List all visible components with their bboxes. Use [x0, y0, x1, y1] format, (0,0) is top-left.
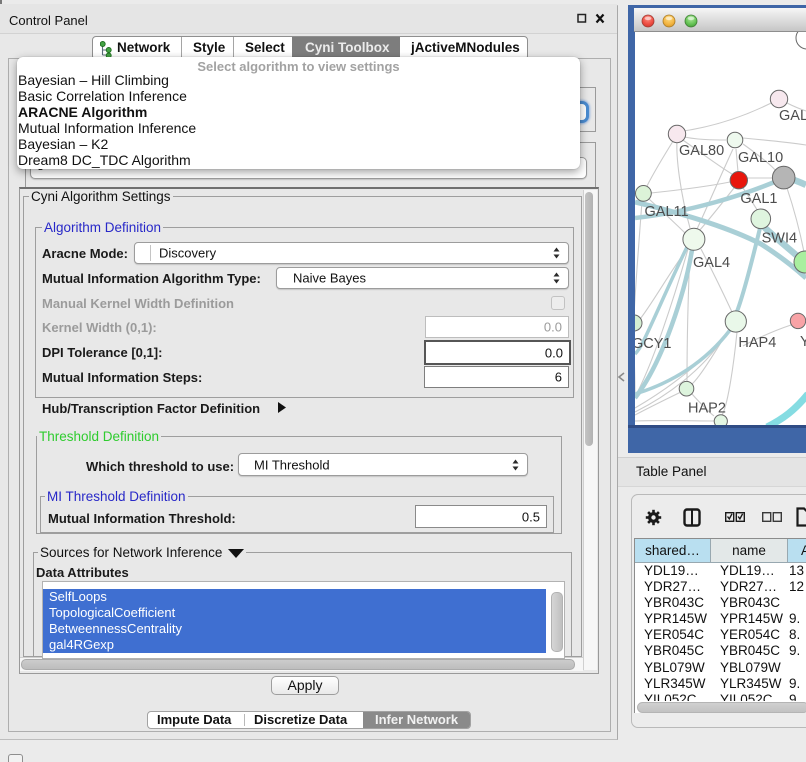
svg-text:GAL80: GAL80 [679, 143, 724, 159]
svg-text:GAL4: GAL4 [693, 255, 730, 271]
svg-text:Y: Y [800, 334, 806, 350]
svg-text:GCY1: GCY1 [635, 336, 672, 352]
svg-text:GAL: GAL [779, 108, 806, 124]
svg-text:SWI4: SWI4 [762, 231, 797, 247]
svg-text:GAL10: GAL10 [738, 150, 783, 166]
svg-text:GAL11: GAL11 [645, 204, 689, 220]
svg-text:HAP2: HAP2 [688, 401, 726, 417]
svg-text:HAP4: HAP4 [738, 335, 776, 351]
svg-text:GAL1: GAL1 [740, 191, 777, 207]
